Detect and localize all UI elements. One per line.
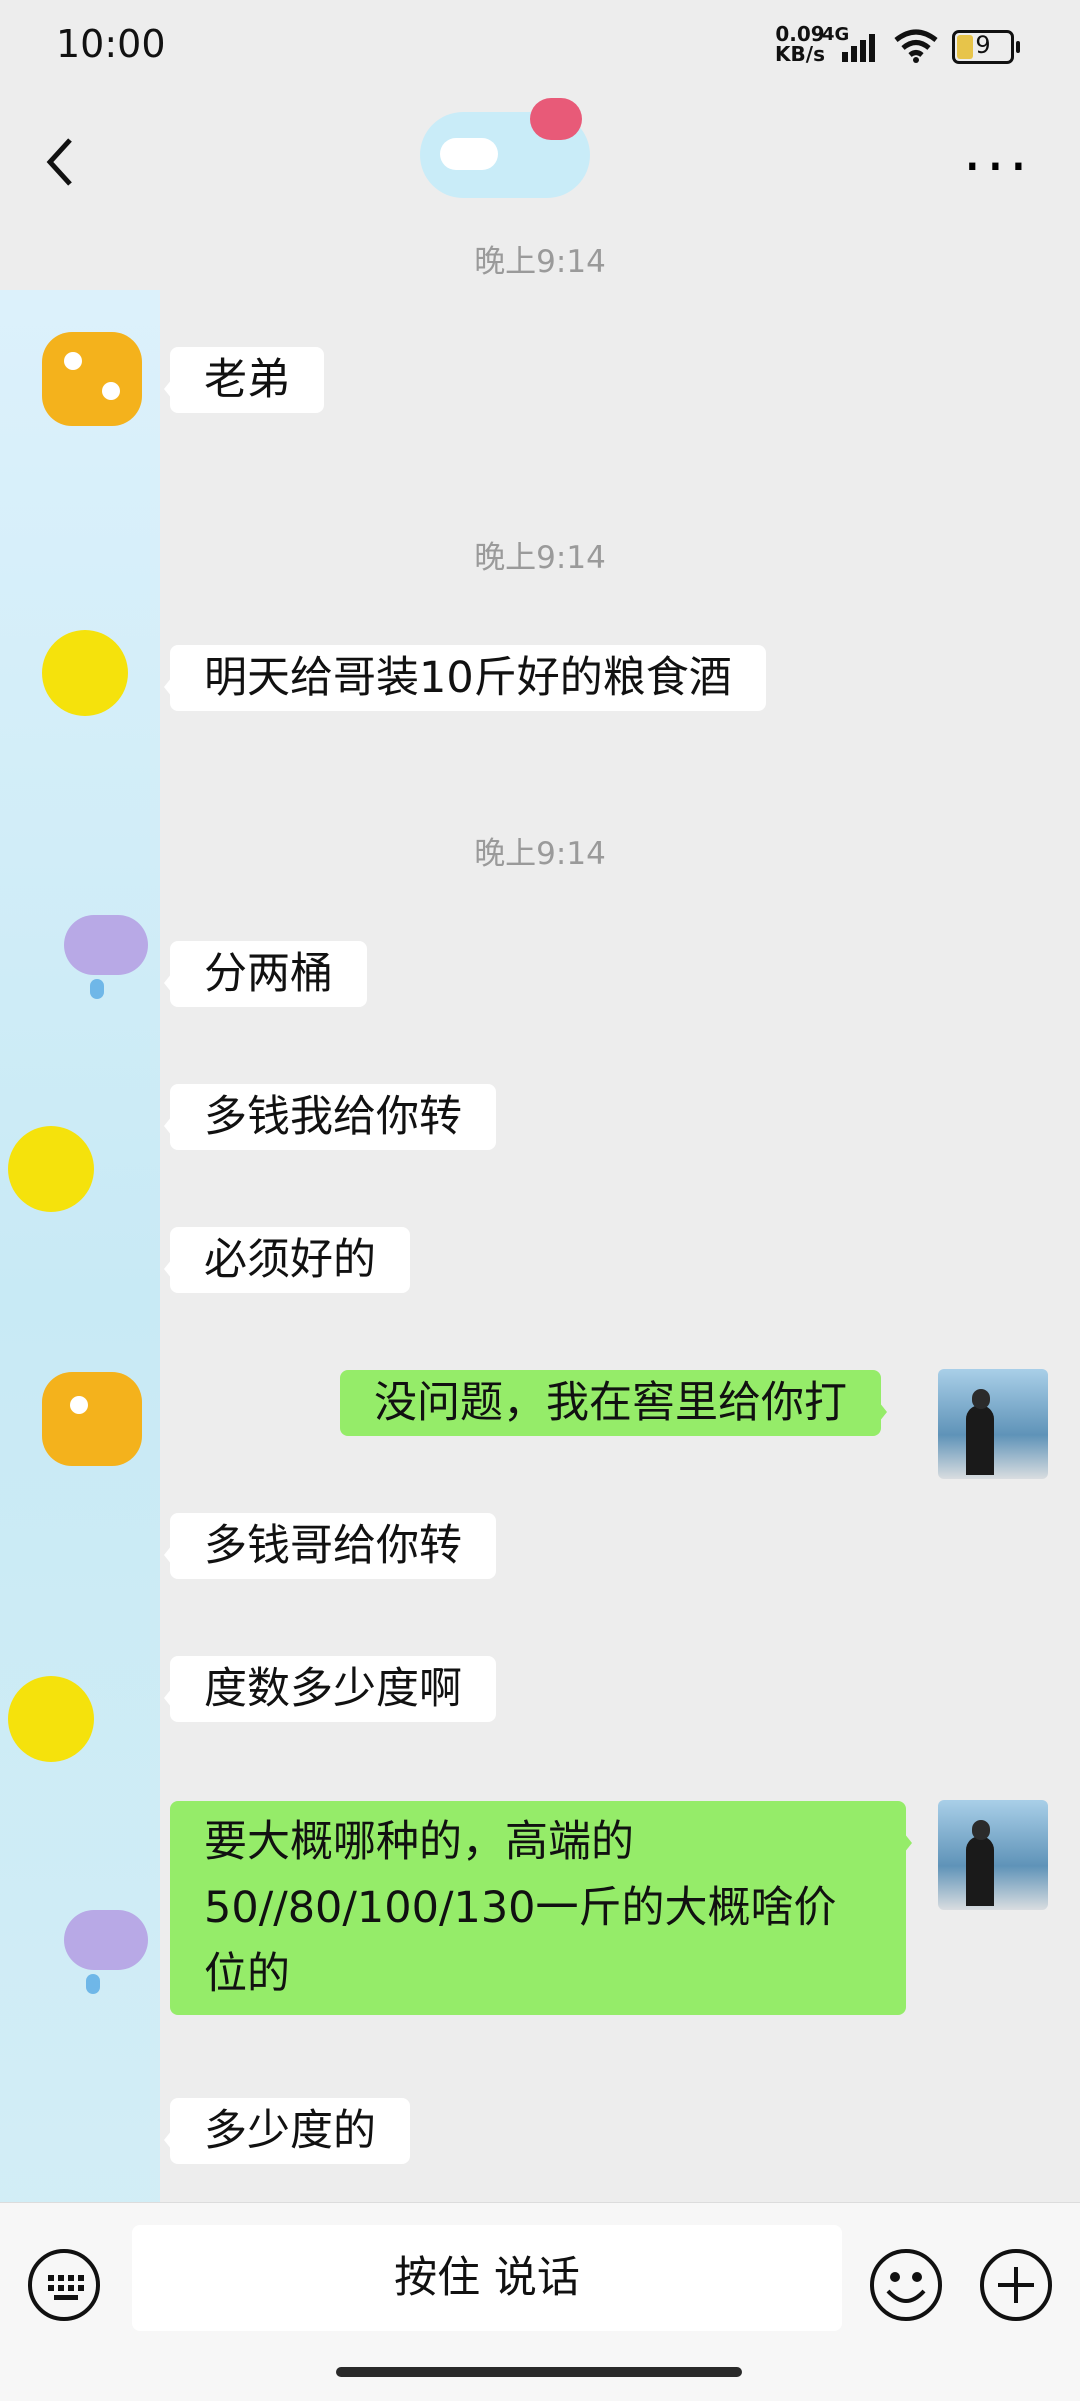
home-indicator[interactable] <box>336 2367 742 2377</box>
timestamp: 晚上9:14 <box>474 244 606 280</box>
message-bubble-outgoing[interactable]: 没问题，我在窖里给你打 <box>340 1370 887 1436</box>
my-avatar[interactable] <box>938 1800 1048 1910</box>
battery-icon: 9 <box>952 30 1020 64</box>
status-time: 10:00 <box>56 22 166 66</box>
contact-avatar[interactable] <box>30 905 148 1023</box>
message-bubble-incoming[interactable]: 多少度的 <box>164 2098 410 2164</box>
contact-avatar[interactable] <box>30 610 148 728</box>
message-bubble-incoming[interactable]: 明天给哥装10斤好的粮食酒 <box>164 645 766 711</box>
chevron-left-icon[interactable] <box>40 132 80 192</box>
message-bubble-incoming[interactable]: 必须好的 <box>164 1227 410 1293</box>
hold-to-talk-button[interactable]: 按住 说话 <box>132 2225 842 2331</box>
net-speed: 0.09 KB/s <box>772 24 828 64</box>
message-bubble-incoming[interactable]: 分两桶 <box>164 941 367 1007</box>
timestamp: 晚上9:14 <box>474 540 606 576</box>
message-bubble-incoming[interactable]: 多钱我给你转 <box>164 1084 496 1150</box>
timestamp: 晚上9:14 <box>474 836 606 872</box>
contact-name-image <box>420 98 610 208</box>
signal-icon <box>842 34 875 62</box>
message-bubble-incoming[interactable]: 老弟 <box>164 347 324 413</box>
message-bubble-incoming[interactable]: 度数多少度啊 <box>164 1656 496 1722</box>
plus-icon[interactable] <box>978 2247 1054 2323</box>
keyboard-icon[interactable] <box>26 2247 102 2323</box>
wifi-icon <box>894 29 938 63</box>
message-bubble-outgoing[interactable]: 要大概哪种的，高端的50//80/100/130一斤的大概啥价位的 <box>170 1801 912 2015</box>
battery-level: 9 <box>975 31 991 59</box>
contact-avatar[interactable] <box>8 1660 148 1778</box>
more-dots-icon[interactable]: ··· <box>963 137 1032 197</box>
my-avatar[interactable] <box>938 1369 1048 1479</box>
status-bar: 10:00 0.09 KB/s 4G 9 <box>0 0 1080 90</box>
contact-avatar[interactable] <box>30 1360 148 1478</box>
emoji-icon[interactable] <box>868 2247 944 2323</box>
message-bubble-incoming[interactable]: 多钱哥给你转 <box>164 1513 496 1579</box>
chat-header: ··· <box>0 90 1080 220</box>
contact-avatar[interactable] <box>30 312 148 430</box>
contact-avatar[interactable] <box>8 1110 148 1228</box>
net-speed-value: 0.09 <box>775 22 825 46</box>
net-speed-unit: KB/s <box>775 42 825 66</box>
contact-avatar[interactable] <box>30 1900 148 2018</box>
